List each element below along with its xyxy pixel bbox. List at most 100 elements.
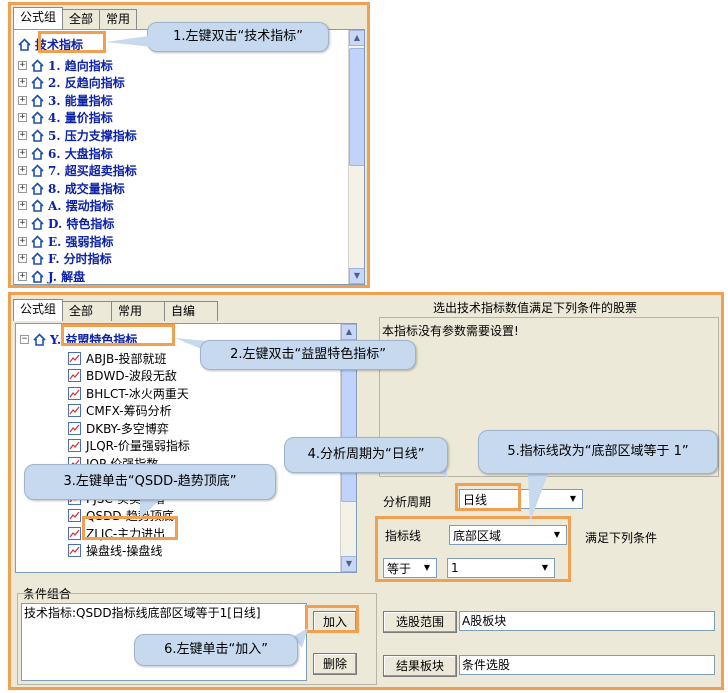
expand-icon[interactable]: + (18, 166, 27, 176)
tree-indicator-item[interactable]: 操盘线-操盘线 (68, 542, 162, 560)
tree-category-item[interactable]: +6. 大盘指标 (18, 144, 113, 162)
tree-category-item[interactable]: + F. 分时指标 (18, 250, 112, 268)
expand-icon[interactable]: + (18, 218, 27, 228)
tab-common[interactable]: 常用 (111, 301, 166, 321)
tab-common[interactable]: 常用 (99, 9, 138, 29)
tab-custom[interactable]: 自编 (164, 301, 219, 321)
home-icon (31, 270, 44, 283)
tree-category-label[interactable]: E. 强弱指标 (48, 233, 114, 250)
expand-icon[interactable]: + (18, 254, 27, 264)
tree-indicator-item[interactable]: JLQR-价量强弱指标 (68, 437, 190, 455)
tree-category-label[interactable]: 8. 成交量指标 (48, 180, 125, 197)
tree-category-item[interactable]: +2. 反趋向指标 (18, 74, 125, 92)
top-tree-scrollbar[interactable]: ▲ ▼ (348, 30, 364, 284)
tree-category-label[interactable]: 6. 大盘指标 (48, 145, 113, 162)
tab-formula-group[interactable]: 公式组 (13, 299, 64, 321)
tree-category-item[interactable]: +5. 压力支撑指标 (18, 126, 137, 144)
tree-indicator-item[interactable]: BHLCT-冰火两重天 (68, 384, 189, 402)
expand-icon[interactable]: + (18, 60, 27, 70)
expand-icon[interactable]: + (18, 201, 27, 211)
dropdown-arrow-icon[interactable]: ▼ (565, 491, 581, 507)
tree-category-label[interactable]: 5. 压力支撑指标 (48, 127, 137, 144)
top-tabbar: 公式组 全部 常用 (13, 7, 138, 29)
tab-all[interactable]: 全部 (62, 301, 113, 321)
tree-category-item[interactable]: +3. 能量指标 (18, 91, 113, 109)
tree-indicator-label[interactable]: 操盘线-操盘线 (86, 542, 162, 559)
condition-text[interactable]: 技术指标:QSDD指标线底部区域等于1[日线] (24, 606, 261, 620)
bottom-tabbar: 公式组 全部 常用 自编 (13, 299, 219, 321)
tree-category-label[interactable]: 1. 趋向指标 (48, 57, 113, 74)
collapse-icon[interactable]: − (20, 334, 29, 344)
chart-icon (68, 526, 81, 540)
tree-category-item[interactable]: +8. 成交量指标 (18, 179, 125, 197)
tree-category-item[interactable]: + A. 摆动指标 (18, 197, 114, 215)
chart-icon (68, 386, 81, 400)
tree-category-item[interactable]: +1. 趋向指标 (18, 56, 113, 74)
tree-category-label[interactable]: D. 特色指标 (48, 215, 114, 232)
expand-icon[interactable]: + (18, 78, 27, 88)
satisfy-label: 满足下列条件 (585, 531, 658, 545)
scroll-thumb[interactable] (349, 48, 364, 166)
callout-step-2: 2.左键双击“益盟特色指标” (200, 340, 416, 370)
expand-icon[interactable]: + (18, 183, 27, 193)
tree-indicator-label[interactable]: DKBY-多空博弈 (86, 420, 169, 437)
tree-indicator-item[interactable]: DKBY-多空博弈 (68, 419, 169, 437)
chart-icon (68, 369, 81, 382)
tree-category-item[interactable]: +4. 量价指标 (18, 109, 113, 127)
home-icon (31, 111, 44, 125)
stock-scope-field[interactable]: A股板块 (459, 611, 715, 631)
tree-category-item[interactable]: + J. 解盘 (18, 267, 85, 284)
result-block-button[interactable]: 结果板块 (383, 655, 457, 677)
tree-indicator-label[interactable]: BDWD-波段无敌 (86, 367, 177, 384)
scroll-up-icon[interactable]: ▲ (341, 324, 356, 340)
tree-indicator-item[interactable]: BDWD-波段无敌 (68, 367, 177, 385)
expand-icon[interactable]: + (18, 130, 27, 140)
tree-category-item[interactable]: + E. 强弱指标 (18, 232, 114, 250)
tree-indicator-item[interactable]: CMFX-筹码分析 (68, 402, 172, 420)
tree-category-label[interactable]: A. 摆动指标 (48, 197, 114, 214)
top-indicator-tree: 技术指标 +1. 趋向指标 +2. 反趋向指标 +3. 能量指标 +4. 量价指标 +5… (13, 29, 365, 285)
home-icon (31, 182, 44, 195)
highlight-technical (38, 31, 106, 53)
expand-icon[interactable]: + (18, 113, 27, 123)
tree-indicator-label[interactable]: JLQR-价量强弱指标 (86, 437, 190, 454)
highlight-period (455, 483, 521, 511)
expand-icon[interactable]: + (18, 148, 27, 158)
home-icon (31, 199, 44, 213)
tree-indicator-item[interactable]: ABJB-投部就班 (68, 349, 167, 367)
tree-indicator-label[interactable]: BHLCT-冰火两重天 (86, 385, 189, 402)
tab-formula-group[interactable]: 公式组 (13, 7, 64, 29)
tree-category-item[interactable]: +7. 超买超卖指标 (18, 162, 137, 180)
expand-icon[interactable]: + (18, 271, 27, 281)
chart-icon (68, 404, 81, 417)
tree-category-label[interactable]: 4. 量价指标 (48, 109, 113, 126)
expand-icon[interactable]: + (18, 236, 27, 246)
tree-category-label[interactable]: 3. 能量指标 (48, 92, 113, 109)
callout-step-1: 1.左键双击“技术指标” (147, 22, 329, 52)
tree-category-item[interactable]: + D. 特色指标 (18, 214, 114, 232)
tree-category-label[interactable]: F. 分时指标 (48, 250, 112, 267)
chart-icon (68, 439, 81, 452)
highlight-qsdd-item (82, 516, 178, 540)
no-params-text: 本指标没有参数需要设置! (382, 324, 519, 338)
tree-indicator-label[interactable]: CMFX-筹码分析 (86, 402, 172, 419)
home-icon (31, 164, 44, 177)
scroll-up-icon[interactable]: ▲ (349, 30, 364, 46)
home-icon (31, 129, 44, 142)
callout-step-5: 5.指标线改为“底部区域等于 1” (478, 430, 718, 474)
tree-category-label[interactable]: 2. 反趋向指标 (48, 74, 125, 91)
tree-category-label[interactable]: 7. 超买超卖指标 (48, 162, 137, 179)
scroll-down-icon[interactable]: ▼ (349, 268, 364, 284)
tab-all[interactable]: 全部 (62, 9, 101, 29)
scroll-down-icon[interactable]: ▼ (341, 556, 356, 572)
expand-icon[interactable]: + (18, 95, 27, 105)
home-icon (33, 332, 46, 346)
chart-icon (68, 544, 81, 557)
chart-icon (68, 421, 81, 435)
tree-indicator-label[interactable]: ABJB-投部就班 (86, 350, 167, 367)
delete-button[interactable]: 删除 (313, 653, 357, 675)
chart-icon (68, 509, 81, 522)
stock-scope-button[interactable]: 选股范围 (383, 611, 457, 633)
tree-category-label[interactable]: J. 解盘 (48, 268, 85, 284)
result-block-field[interactable]: 条件选股 (459, 655, 715, 675)
